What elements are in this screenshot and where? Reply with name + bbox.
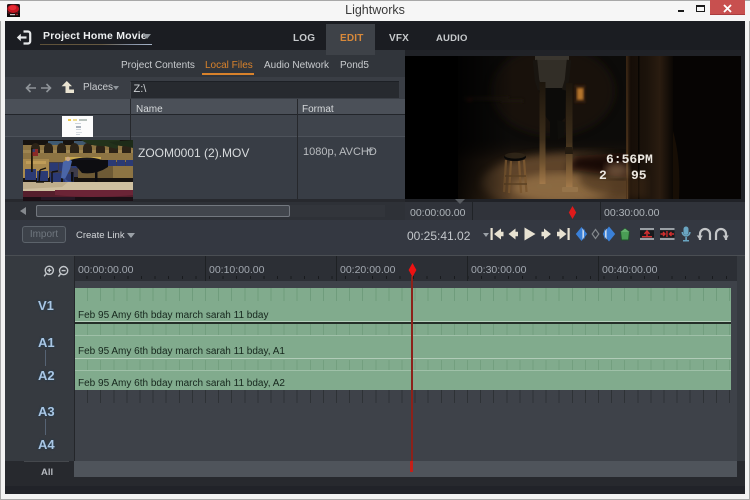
svg-text:2: 2: [599, 168, 607, 183]
svg-text:6:56PM: 6:56PM: [606, 152, 653, 167]
svg-text:95: 95: [631, 168, 647, 183]
